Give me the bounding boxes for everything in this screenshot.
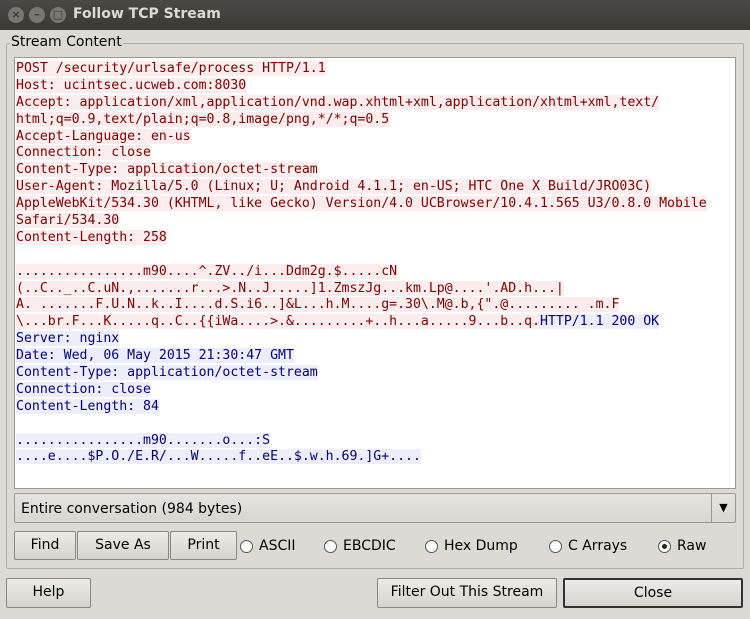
radio-circle-icon[interactable] [324, 539, 337, 553]
stream-line: Server: nginx [16, 331, 734, 348]
find-button[interactable]: Find [14, 531, 76, 560]
stream-line: \...br.F...K.....q..C..{{iWa....>.&.....… [16, 314, 734, 331]
stream-line: Connection: close [16, 381, 734, 399]
client-text: Connection: close [16, 145, 151, 161]
client-text: \...br.F...K.....q..C..{{iWa....>.&.....… [16, 314, 541, 330]
stream-line: ................m90....^.ZV../i...Ddm2g.… [16, 263, 734, 281]
stream-text-area[interactable]: POST /security/urlsafe/process HTTP/1.1 H… [14, 57, 736, 489]
server-text: Connection: close [16, 381, 151, 397]
stream-line: html;q=0.9,text/plain;q=0.8,image/png,*/… [16, 111, 734, 129]
stream-line: Date: Wed, 06 May 2015 21:30:47 GMT [16, 348, 734, 365]
help-button[interactable]: Help [6, 578, 91, 608]
dropdown-arrow-icon[interactable]: ▼ [711, 494, 735, 522]
radio-label: ASCII [259, 538, 296, 554]
close-button[interactable]: Close [563, 578, 743, 608]
stream-line: (..C.._..C.uN.,.......r...>.N..J.....]1.… [16, 280, 734, 298]
group-label: Stream Content [10, 34, 123, 50]
client-text: User-Agent: Mozilla/5.0 (Linux; U; Andro… [16, 179, 652, 195]
radio-label: EBCDIC [343, 538, 396, 554]
stream-line: Content-Type: application/octet-stream [16, 365, 734, 382]
stream-line: Accept: application/xml,application/vnd.… [16, 94, 734, 112]
server-text: Content-Length: 84 [16, 398, 159, 414]
stream-line: Connection: close [16, 145, 734, 162]
window-title: Follow TCP Stream [73, 6, 221, 22]
client-text: Host: ucintsec.ucweb.com:8030 [16, 77, 247, 93]
close-window-icon[interactable]: × [8, 7, 24, 23]
server-text: ................m90.......o...:S [16, 432, 271, 448]
conversation-select-value: Entire conversation (984 bytes) [21, 501, 243, 517]
radio-circle-icon[interactable] [240, 539, 253, 553]
stream-line: Accept-Language: en-us [16, 128, 734, 146]
conversation-select[interactable]: Entire conversation (984 bytes) ▼ [14, 493, 736, 523]
print-button[interactable]: Print [170, 531, 237, 560]
stream-line: Safari/534.30 [16, 213, 734, 230]
stream-line: ....e....$P.O./E.R/...W.....f..eE..$.w.h… [16, 449, 734, 466]
filter-out-stream-button[interactable]: Filter Out This Stream [377, 578, 557, 608]
radio-circle-icon[interactable] [425, 539, 438, 553]
stream-line: Content-Length: 84 [16, 398, 734, 416]
minimize-icon[interactable]: – [29, 7, 45, 23]
format-radio-ascii[interactable]: ASCII [240, 537, 296, 555]
format-radio-raw[interactable]: Raw [658, 537, 706, 555]
client-text: html;q=0.9,text/plain;q=0.8,image/png,*/… [16, 111, 390, 127]
stream-line: AppleWebKit/534.30 (KHTML, like Gecko) V… [16, 196, 734, 213]
radio-label: Raw [677, 538, 707, 554]
radio-label: C Arrays [568, 538, 628, 554]
stream-line: Content-Length: 258 [16, 229, 734, 247]
radio-label: Hex Dump [444, 538, 518, 554]
client-text: Safari/534.30 [16, 213, 120, 229]
server-text: ....e....$P.O./E.R/...W.....f..eE..$.w.h… [16, 449, 421, 465]
server-text: HTTP/1.1 200 OK [540, 314, 660, 330]
stream-line: Content-Type: application/octet-stream [16, 162, 734, 179]
stream-line: User-Agent: Mozilla/5.0 (Linux; U; Andro… [16, 179, 734, 196]
client-text: AppleWebKit/534.30 (KHTML, like Gecko) V… [16, 196, 707, 212]
client-text: Content-Type: application/octet-stream [16, 162, 318, 178]
client-text: Content-Length: 258 [16, 229, 167, 245]
stream-line [16, 247, 734, 264]
save-as-button[interactable]: Save As [77, 531, 169, 560]
stream-line [16, 416, 734, 433]
format-radio-c-arrays[interactable]: C Arrays [549, 537, 627, 555]
server-text: Date: Wed, 06 May 2015 21:30:47 GMT [16, 348, 294, 364]
title-bar: × – □ Follow TCP Stream [0, 0, 750, 30]
radio-circle-icon[interactable] [658, 539, 671, 553]
client-text: POST /security/urlsafe/process HTTP/1.1 [16, 61, 326, 76]
server-text: Server: nginx [16, 331, 120, 347]
client-text: ................m90....^.ZV../i...Ddm2g.… [16, 263, 398, 279]
client-text: A. .......F.U.N..k..I....d.S.i6..]&L...h… [16, 297, 620, 313]
client-text: (..C.._..C.uN.,.......r...>.N..J.....]1.… [16, 280, 564, 296]
stream-line: Host: ucintsec.ucweb.com:8030 [16, 77, 734, 95]
radio-circle-icon[interactable] [549, 539, 562, 553]
stream-line: A. .......F.U.N..k..I....d.S.i6..]&L...h… [16, 297, 734, 314]
client-text: Accept: application/xml,application/vnd.… [16, 94, 660, 110]
maximize-icon[interactable]: □ [50, 7, 66, 23]
server-text: Content-Type: application/octet-stream [16, 365, 318, 381]
stream-line: POST /security/urlsafe/process HTTP/1.1 [16, 61, 734, 78]
format-radio-ebcdic[interactable]: EBCDIC [324, 537, 396, 555]
stream-line: ................m90.......o...:S [16, 432, 734, 450]
format-radio-hex-dump[interactable]: Hex Dump [425, 537, 518, 555]
client-text: Accept-Language: en-us [16, 128, 191, 144]
